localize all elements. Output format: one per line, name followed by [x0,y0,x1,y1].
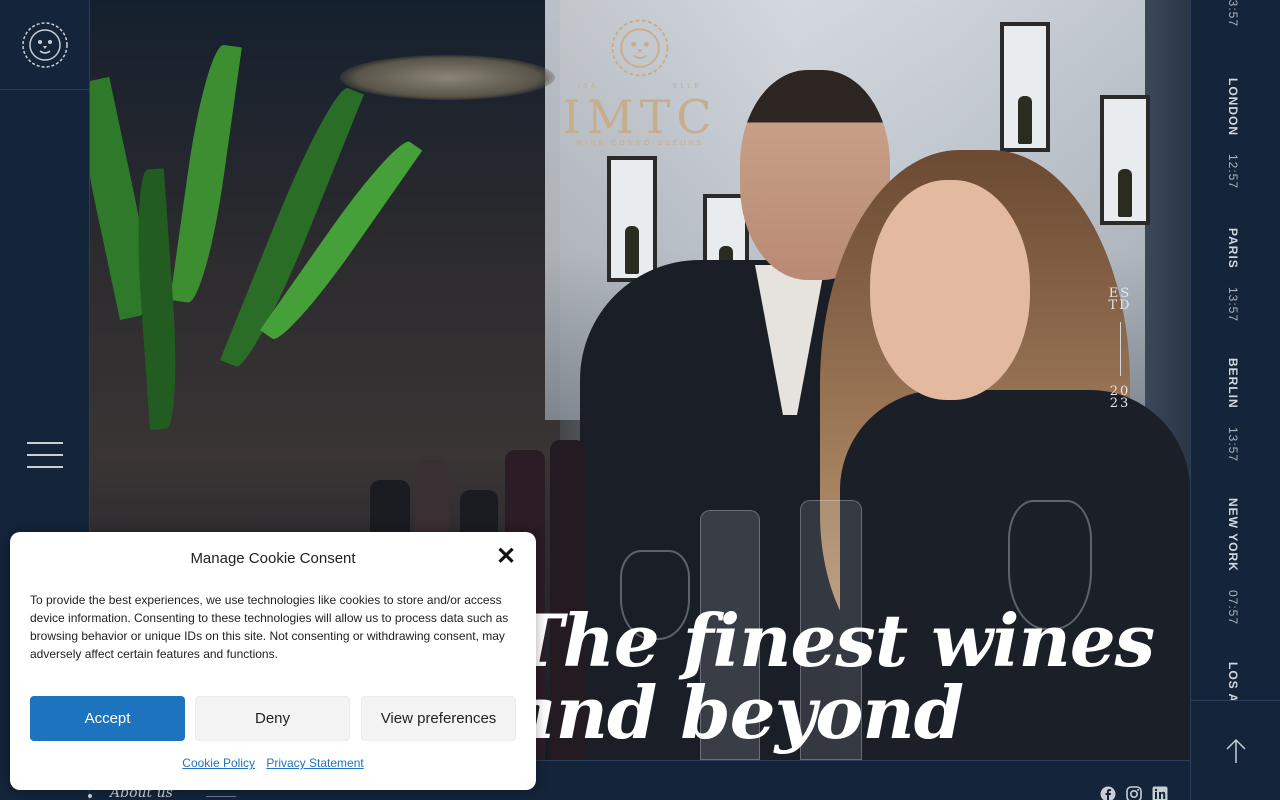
cookie-policy-link[interactable]: Cookie Policy [182,756,255,770]
clock-time: 13:57 [1226,427,1240,463]
logo-wordmark: IMTC [562,90,718,144]
menu-bar [27,442,63,444]
world-clock-item: NEW YORK 07:57 [1226,498,1240,625]
clock-city: LOS ANGELES [1226,662,1240,700]
world-clock-item: PARIS 13:57 [1226,228,1240,322]
accept-button[interactable]: Accept [30,696,185,741]
lion-icon [22,21,68,68]
instagram-icon[interactable] [1126,786,1142,800]
cookie-links: Cookie Policy Privacy Statement [10,756,536,770]
cookie-description: To provide the best experiences, we use … [30,593,509,661]
scroll-to-top-button[interactable] [1191,700,1280,800]
estd-year: 20 23 [1109,384,1131,411]
clock-time: 12:57 [1226,154,1240,190]
lion-logo[interactable] [0,0,90,90]
menu-bar [27,466,63,468]
logo-left-text: ISA [578,83,599,90]
deny-button[interactable]: Deny [195,696,350,741]
tagline-line-2: and beyond [510,670,964,755]
arrow-up-icon [1225,738,1246,763]
world-clock-item: 13:57 [1226,0,1240,27]
lion-icon [611,19,669,77]
facebook-icon[interactable] [1100,786,1116,800]
clock-time: 13:57 [1226,0,1240,28]
close-icon[interactable]: ✕ [494,545,518,570]
chandelier [340,55,555,100]
cookie-dialog-title: Manage Cookie Consent [190,550,356,567]
established-badge: ES TD 20 23 [1108,286,1132,411]
clock-city: PARIS [1226,228,1240,269]
world-clock-item: LONDON 12:57 [1226,78,1240,189]
nav-divider [206,796,236,797]
menu-bar [27,454,63,456]
clock-time: 07:57 [1226,590,1240,626]
imtc-logo[interactable]: ISA ELLE IMTC WINE CONNOISSEURS [560,18,720,147]
world-clock-item: LOS ANGELES [1226,662,1240,700]
linkedin-icon[interactable] [1152,786,1168,800]
privacy-statement-link[interactable]: Privacy Statement [266,756,363,770]
view-preferences-button[interactable]: View preferences [361,696,516,741]
clock-city: BERLIN [1226,358,1240,409]
hamburger-menu-button[interactable] [27,442,63,472]
estd-label: ES TD [1108,286,1132,313]
estd-divider [1119,322,1121,376]
cookie-consent-dialog: Manage Cookie Consent ✕ To provide the b… [10,532,536,790]
woman-face [870,180,1030,400]
hero-tagline: The finest wines and beyond [510,598,1155,755]
logo-right-text: ELLE [672,83,702,90]
clock-city: LONDON [1226,78,1240,136]
world-clock-item: BERLIN 13:57 [1226,358,1240,462]
logo-small-text: ISA ELLE [560,83,720,90]
clock-time: 13:57 [1226,287,1240,323]
clock-city: NEW YORK [1226,498,1240,572]
logo-subtitle: WINE CONNOISSEURS [575,140,704,147]
tagline-line-1: The finest wines [510,598,1155,683]
